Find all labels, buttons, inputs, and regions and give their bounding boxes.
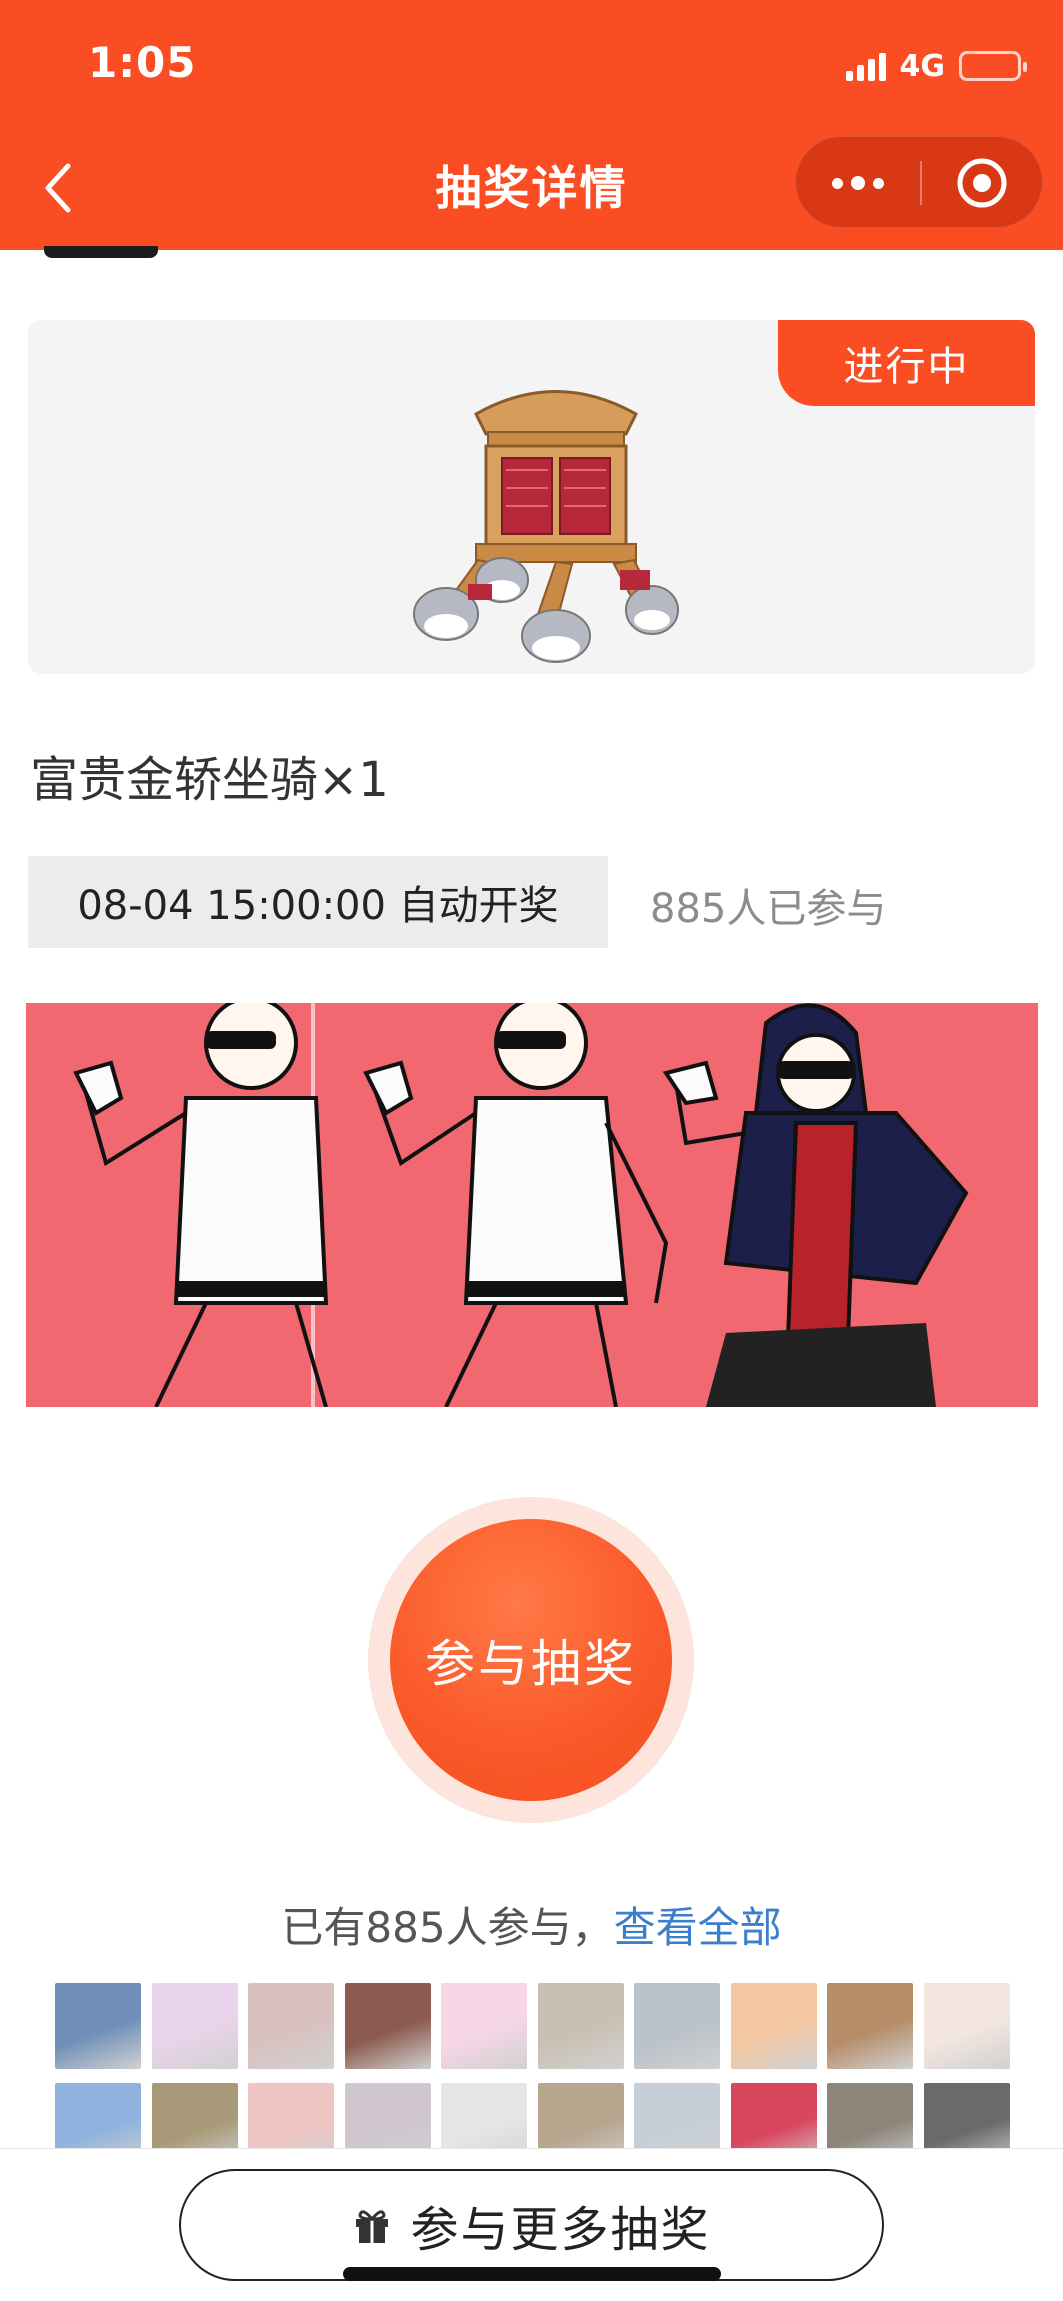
network-type: 4G — [899, 48, 946, 84]
participant-avatar[interactable] — [537, 1983, 624, 2069]
status-time: 1:05 — [88, 38, 197, 87]
header-bar: 1:05 4G 抽奖详情 — [0, 0, 1063, 250]
participant-avatar[interactable] — [730, 1983, 817, 2069]
participant-avatar[interactable] — [151, 1983, 238, 2069]
target-close-icon — [957, 158, 1007, 208]
joined-summary: 已有885人参与，查看全部 — [0, 1894, 1063, 1955]
scrolled-content-edge — [44, 246, 158, 258]
gift-icon — [356, 2210, 389, 2243]
prize-name: 富贵金轿坐骑×1 — [30, 752, 389, 808]
battery-icon — [959, 51, 1027, 81]
draw-time: 08-04 15:00:00 自动开奖 — [28, 856, 608, 948]
participant-avatars — [55, 1983, 1015, 2169]
prize-card[interactable]: 进行中 — [28, 320, 1035, 674]
participant-avatar[interactable] — [923, 1983, 1010, 2069]
more-lottery-label: 参与更多抽奖 — [410, 2202, 711, 2258]
home-indicator — [343, 2267, 721, 2281]
mini-program-capsule — [795, 136, 1043, 228]
participant-avatar[interactable] — [827, 1983, 913, 2069]
promo-banner-image[interactable] — [26, 1003, 1038, 1407]
participant-avatar[interactable] — [344, 1983, 431, 2069]
joined-summary-text: 已有885人参与， — [281, 1903, 614, 1952]
status-badge: 进行中 — [778, 320, 1035, 406]
participant-count: 885人已参与 — [650, 886, 887, 932]
participant-avatar[interactable] — [55, 1983, 141, 2069]
more-lottery-button[interactable]: 参与更多抽奖 — [179, 2169, 884, 2281]
participant-avatar[interactable] — [634, 1983, 720, 2069]
prize-image — [413, 390, 679, 663]
more-button[interactable] — [796, 137, 920, 229]
view-all-link[interactable]: 查看全部 — [614, 1903, 782, 1952]
signal-icon — [845, 51, 886, 81]
close-miniprogram-button[interactable] — [920, 137, 1044, 229]
status-indicators: 4G — [845, 48, 1027, 84]
participant-avatar[interactable] — [441, 1983, 527, 2069]
dancing-figures-illustration — [26, 1003, 1038, 1407]
more-dots-icon — [832, 177, 843, 189]
participant-avatar[interactable] — [248, 1983, 334, 2069]
join-lottery-button[interactable]: 参与抽奖 — [390, 1519, 672, 1801]
